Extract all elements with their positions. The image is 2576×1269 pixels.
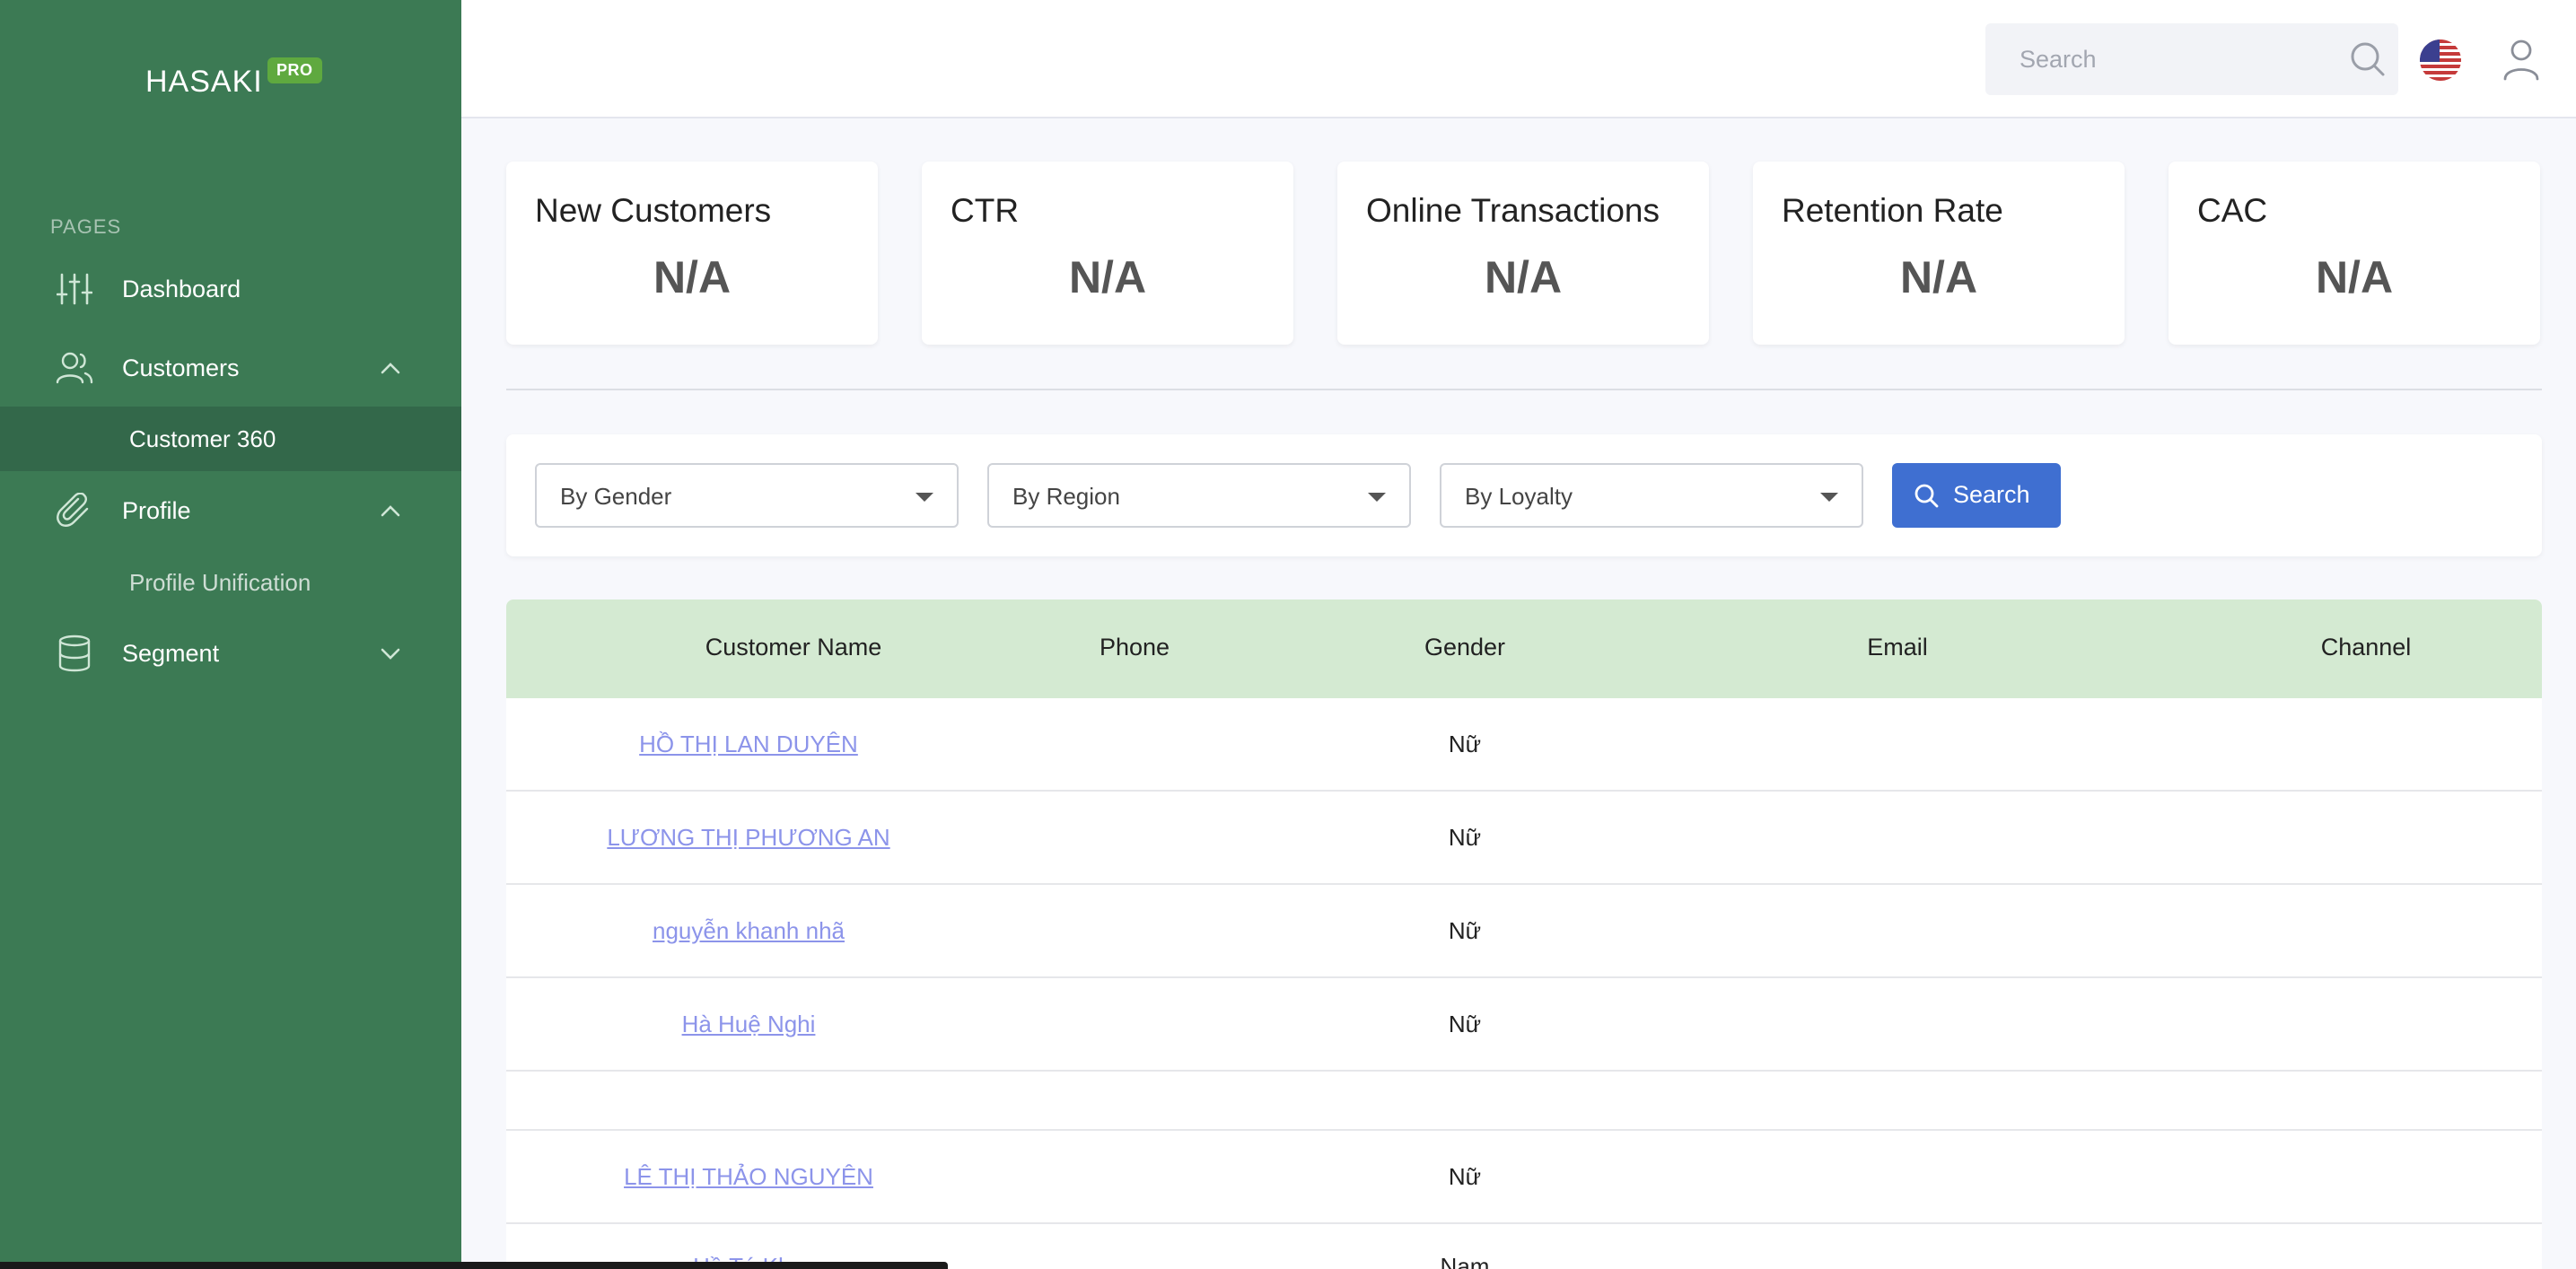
sidebar: HASAKI PRO PAGES Dashboard Customers Cus… [0, 0, 461, 1269]
sidebar-item-label: Segment [122, 639, 220, 667]
customer-gender: Nam [1440, 1253, 1490, 1269]
sidebar-item-customer-360[interactable]: Customer 360 [0, 407, 461, 471]
kpi-card-cac: CAC N/A [2169, 162, 2540, 345]
sidebar-item-customers[interactable]: Customers [0, 332, 461, 404]
kpi-value: N/A [1068, 252, 1147, 302]
select-label: By Loyalty [1465, 483, 1573, 510]
filter-bar: By Gender By Region By Loyalty Search [506, 434, 2542, 556]
chevron-up-icon[interactable] [377, 354, 404, 381]
customer-name-link[interactable]: HỒ THỊ LAN DUYÊN [506, 731, 991, 758]
us-flag-icon[interactable] [2420, 39, 2461, 81]
top-header [461, 0, 2576, 118]
table-header: Customer Name Phone Gender Email Channel [506, 599, 2542, 698]
search-button-label: Search [1953, 481, 2030, 508]
sidebar-item-dashboard[interactable]: Dashboard [0, 253, 461, 325]
section-divider [506, 389, 2542, 390]
customer-table: Customer Name Phone Gender Email Channel… [506, 599, 2542, 1269]
kpi-title: Retention Rate [1782, 192, 2003, 229]
brand-logo[interactable]: HASAKI [145, 65, 263, 100]
customer-name-link[interactable]: nguyễn khanh nhã [506, 917, 991, 945]
sidebar-item-label: Customers [122, 354, 240, 381]
column-header-customer-name: Customer Name [705, 634, 882, 661]
kpi-value: N/A [1899, 252, 1978, 302]
region-select[interactable]: By Region [987, 463, 1411, 528]
kpi-value: N/A [2315, 252, 2394, 302]
search-button[interactable]: Search [1892, 463, 2061, 528]
loyalty-select[interactable]: By Loyalty [1440, 463, 1863, 528]
sidebar-item-profile[interactable]: Profile [0, 475, 461, 547]
kpi-card-online-transactions: Online Transactions N/A [1337, 162, 1709, 345]
kpi-title: Online Transactions [1366, 192, 1660, 229]
pro-badge: PRO [267, 57, 322, 83]
gender-select[interactable]: By Gender [535, 463, 959, 528]
customer-name-link[interactable]: LÊ THỊ THẢO NGUYÊN [506, 1163, 991, 1191]
column-header-channel: Channel [2320, 634, 2412, 661]
customer-name-link[interactable]: LƯƠNG THỊ PHƯƠNG AN [506, 824, 991, 852]
customer-gender: Nữ [1448, 1163, 1482, 1190]
table-row [506, 1072, 2542, 1131]
sidebar-item-label: Profile Unification [129, 568, 311, 596]
users-icon [56, 349, 93, 387]
column-header-email: Email [1867, 634, 1928, 661]
caret-down-icon [916, 493, 933, 502]
kpi-value: N/A [1484, 252, 1563, 302]
column-header-gender: Gender [1424, 634, 1506, 661]
select-label: By Region [1012, 483, 1120, 510]
customer-gender: Nữ [1448, 1011, 1482, 1037]
sidebar-item-segment[interactable]: Segment [0, 617, 461, 689]
sidebar-item-label: Customer 360 [129, 424, 276, 452]
caret-down-icon [1820, 493, 1838, 502]
column-header-phone: Phone [1099, 634, 1170, 661]
kpi-card-new-customers: New Customers N/A [506, 162, 878, 345]
kpi-title: New Customers [535, 192, 772, 229]
customer-gender: Nữ [1448, 731, 1482, 757]
sidebar-item-profile-unification[interactable]: Profile Unification [0, 550, 461, 615]
kpi-card-retention-rate: Retention Rate N/A [1753, 162, 2125, 345]
kpi-card-ctr: CTR N/A [922, 162, 1293, 345]
customer-name-link[interactable]: Hà Huệ Nghi [506, 1011, 991, 1038]
paperclip-icon [56, 492, 93, 529]
chevron-down-icon[interactable] [377, 640, 404, 667]
kpi-title: CTR [951, 192, 1020, 229]
header-search [1985, 23, 2398, 95]
sidebar-section-label: PAGES [50, 215, 122, 238]
sidebar-item-label: Profile [122, 496, 191, 524]
select-label: By Gender [560, 483, 672, 510]
user-icon[interactable] [2501, 38, 2542, 81]
sliders-icon [56, 270, 93, 308]
caret-down-icon [1368, 493, 1386, 502]
kpi-value: N/A [653, 252, 732, 302]
customer-gender: Nữ [1448, 824, 1482, 851]
search-icon[interactable] [2350, 41, 2386, 77]
sidebar-item-label: Dashboard [122, 275, 241, 302]
bottom-scrollbar[interactable] [0, 1262, 948, 1269]
database-icon [56, 634, 93, 672]
customer-gender: Nữ [1448, 917, 1482, 944]
search-icon [1914, 483, 1939, 508]
chevron-up-icon[interactable] [377, 497, 404, 524]
kpi-title: CAC [2197, 192, 2268, 229]
search-input[interactable] [1985, 23, 2335, 95]
